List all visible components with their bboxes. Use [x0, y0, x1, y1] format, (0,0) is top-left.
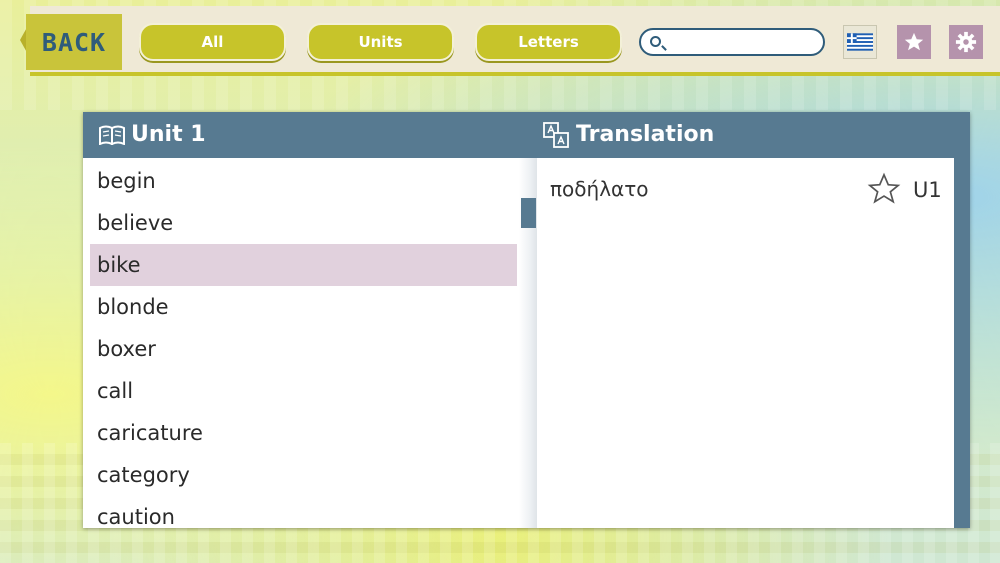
- language-flag-button[interactable]: [843, 25, 877, 59]
- book-icon: [99, 125, 125, 145]
- word-list: begin believe bike blonde boxer call car…: [83, 158, 521, 528]
- favorites-button[interactable]: [897, 25, 931, 59]
- filter-letters-button[interactable]: Letters: [475, 23, 622, 61]
- word-item[interactable]: caution: [90, 496, 517, 528]
- word-item[interactable]: caricature: [90, 412, 517, 454]
- settings-button[interactable]: [949, 25, 983, 59]
- translate-icon: [543, 122, 569, 148]
- word-item[interactable]: call: [90, 370, 517, 412]
- word-item[interactable]: category: [90, 454, 517, 496]
- word-item[interactable]: boxer: [90, 328, 517, 370]
- filter-all-button[interactable]: All: [139, 23, 286, 61]
- translation-text: ποδήλατο: [550, 177, 649, 201]
- translation-scrollbar[interactable]: [954, 158, 970, 528]
- unit-title: Unit 1: [131, 122, 206, 147]
- star-icon: [904, 32, 924, 51]
- word-item[interactable]: begin: [90, 160, 517, 202]
- favorite-star-icon[interactable]: [867, 172, 901, 206]
- panel-header: Unit 1 Translation: [83, 112, 970, 158]
- search-input[interactable]: [669, 33, 823, 53]
- vocabulary-panel: Unit 1 Translation begin believe bike bl…: [83, 112, 970, 528]
- translation-title: Translation: [576, 122, 715, 147]
- search-icon: [650, 36, 661, 47]
- gear-icon: [955, 31, 977, 53]
- unit-badge: U1: [913, 178, 942, 202]
- word-item[interactable]: believe: [90, 202, 517, 244]
- back-button[interactable]: BACK: [26, 14, 122, 70]
- search-box[interactable]: [639, 28, 825, 56]
- word-item[interactable]: blonde: [90, 286, 517, 328]
- greek-flag-icon: [847, 33, 873, 51]
- word-item-selected[interactable]: bike: [90, 244, 517, 286]
- filter-units-button[interactable]: Units: [307, 23, 454, 61]
- translation-area: ποδήλατο U1: [537, 158, 954, 528]
- word-list-scroll-thumb[interactable]: [521, 198, 536, 228]
